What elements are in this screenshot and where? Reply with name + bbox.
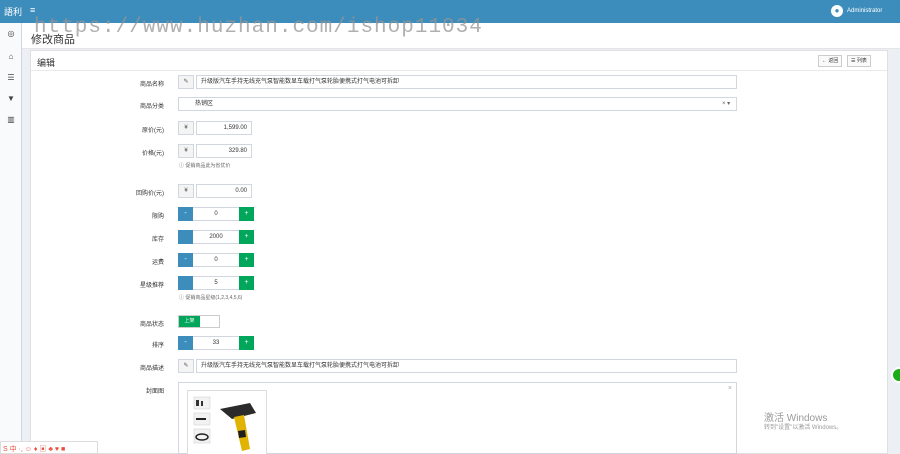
cover-label: 封面图 [145, 389, 164, 395]
ime-toolbar[interactable]: S 中 ·, ☺ ♦ ▣ ♣ ♥ ■ [0, 441, 98, 454]
name-input[interactable]: 升级版汽车手持无线充气泵智能数显车载打气泵轮胎便携式打气电池可拆卸 [196, 75, 737, 89]
sort-label: 排序 [151, 343, 164, 349]
bank-icon[interactable]: ⌂ [0, 52, 22, 61]
activate-windows-hint: 转到"设置"以激活 Windows。 [764, 425, 843, 431]
status-toggle[interactable]: 上架 [178, 315, 220, 328]
yuan-icon: ¥ [178, 144, 194, 158]
pencil-icon: ✎ [178, 359, 194, 373]
limit-input[interactable]: 0 [193, 207, 239, 221]
status-on-label: 上架 [179, 316, 200, 327]
price-label: 价格(元) [142, 151, 164, 157]
hamburger-icon[interactable]: ≡ [30, 5, 35, 15]
brand-logo[interactable]: 語利 [4, 5, 22, 18]
desc-label: 商品描述 [139, 366, 164, 372]
yuan-icon: ¥ [178, 184, 194, 198]
content-header: 修改商品 [22, 23, 900, 49]
desc-input[interactable]: 升级版汽车手持无线充气泵智能数显车载打气泵轮胎便携式打气电池可拆卸 [196, 359, 737, 373]
stock-plus-button[interactable]: + [239, 230, 254, 244]
panel-title: 编辑 [37, 58, 56, 68]
user-name[interactable]: Administrator [847, 8, 882, 14]
rebate-input[interactable]: 0.00 [196, 184, 252, 198]
ime-status-text: S 中 ·, ☺ ♦ ▣ ♣ ♥ ■ [3, 446, 66, 453]
list-icon[interactable]: ☰ [0, 73, 22, 82]
chevron-down-icon[interactable]: × ▾ [722, 100, 730, 107]
freight-minus-button[interactable]: - [178, 253, 193, 267]
pencil-icon: ✎ [178, 75, 194, 89]
cover-upload[interactable]: × [178, 382, 737, 454]
back-button[interactable]: ← 返回 [818, 55, 843, 67]
sort-plus-button[interactable]: + [239, 336, 254, 350]
price-input[interactable]: 329.80 [196, 144, 252, 158]
sidebar: ◎ ⌂ ☰ ▼ ▥ [0, 23, 22, 454]
limit-plus-button[interactable]: + [239, 207, 254, 221]
status-label: 商品状态 [139, 322, 164, 328]
original-price-input[interactable]: 1,599.00 [196, 121, 252, 135]
star-input[interactable]: 5 [193, 276, 239, 290]
price-help: ⓘ 促销商品此为省优价 [179, 163, 231, 169]
cart-icon[interactable]: ▼ [0, 94, 22, 103]
sort-minus-button[interactable]: - [178, 336, 193, 350]
stock-label: 库存 [151, 237, 164, 243]
freight-input[interactable]: 0 [193, 253, 239, 267]
top-header: 語利 ≡ ● Administrator [0, 0, 900, 23]
dashboard-icon[interactable]: ◎ [0, 29, 22, 38]
chart-icon[interactable]: ▥ [0, 115, 22, 124]
stock-input[interactable]: 2000 [193, 230, 239, 244]
floating-chat-icon[interactable] [891, 367, 900, 383]
cover-thumbnail[interactable] [187, 390, 267, 454]
star-minus-button[interactable] [178, 276, 193, 290]
star-label: 星级推荐 [139, 283, 164, 289]
star-help: ⓘ 促销商品星级(1,2,3,4,5,6) [179, 295, 243, 301]
stock-minus-button[interactable] [178, 230, 193, 244]
category-label: 商品分类 [139, 104, 164, 110]
freight-label: 运费 [151, 260, 164, 266]
sort-input[interactable]: 33 [193, 336, 239, 350]
rebate-label: 回购价(元) [136, 191, 164, 197]
name-label: 商品名称 [139, 82, 164, 88]
category-select[interactable]: 热销区 [178, 97, 737, 111]
star-plus-button[interactable]: + [239, 276, 254, 290]
divider [31, 70, 887, 71]
page-title: 修改商品 [31, 34, 75, 46]
list-button[interactable]: ☰ 列表 [847, 55, 871, 67]
limit-label: 限购 [151, 214, 164, 220]
yuan-icon: ¥ [178, 121, 194, 135]
freight-plus-button[interactable]: + [239, 253, 254, 267]
limit-minus-button[interactable]: - [178, 207, 193, 221]
avatar[interactable]: ● [831, 5, 843, 17]
original-price-label: 原价(元) [142, 128, 164, 134]
close-icon[interactable]: × [728, 385, 732, 392]
product-image [188, 391, 266, 454]
